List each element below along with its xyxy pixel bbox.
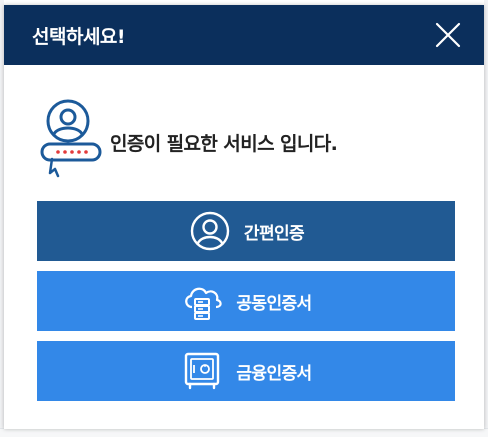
notice-text: 인증이 필요한 서비스 입니다.: [110, 133, 338, 155]
safe-icon: [180, 349, 224, 393]
modal-header: 선택하세요!: [4, 5, 484, 65]
auth-notice: 인증이 필요한 서비스 입니다.: [36, 97, 456, 187]
simple-auth-button[interactable]: 간편인증: [37, 201, 455, 261]
joint-certificate-label: 공동인증서: [236, 293, 312, 314]
background-edge-bottom: [0, 428, 488, 437]
auth-select-modal: 선택하세요! 인증이 필요한 서비스 입니다. 간편인증 공동인증서 금융인증서: [4, 5, 484, 429]
background-edge-right: [484, 0, 488, 437]
modal-title: 선택하세요!: [32, 26, 126, 48]
simple-auth-label: 간편인증: [243, 223, 305, 244]
user-id-key-icon: [36, 97, 106, 187]
financial-certificate-button[interactable]: 금융인증서: [37, 341, 455, 401]
joint-certificate-button[interactable]: 공동인증서: [37, 271, 455, 331]
cloud-server-icon: [180, 279, 224, 323]
close-icon: [435, 22, 461, 48]
user-circle-icon: [188, 209, 232, 253]
financial-certificate-label: 금융인증서: [236, 363, 312, 384]
close-button[interactable]: [432, 19, 464, 51]
